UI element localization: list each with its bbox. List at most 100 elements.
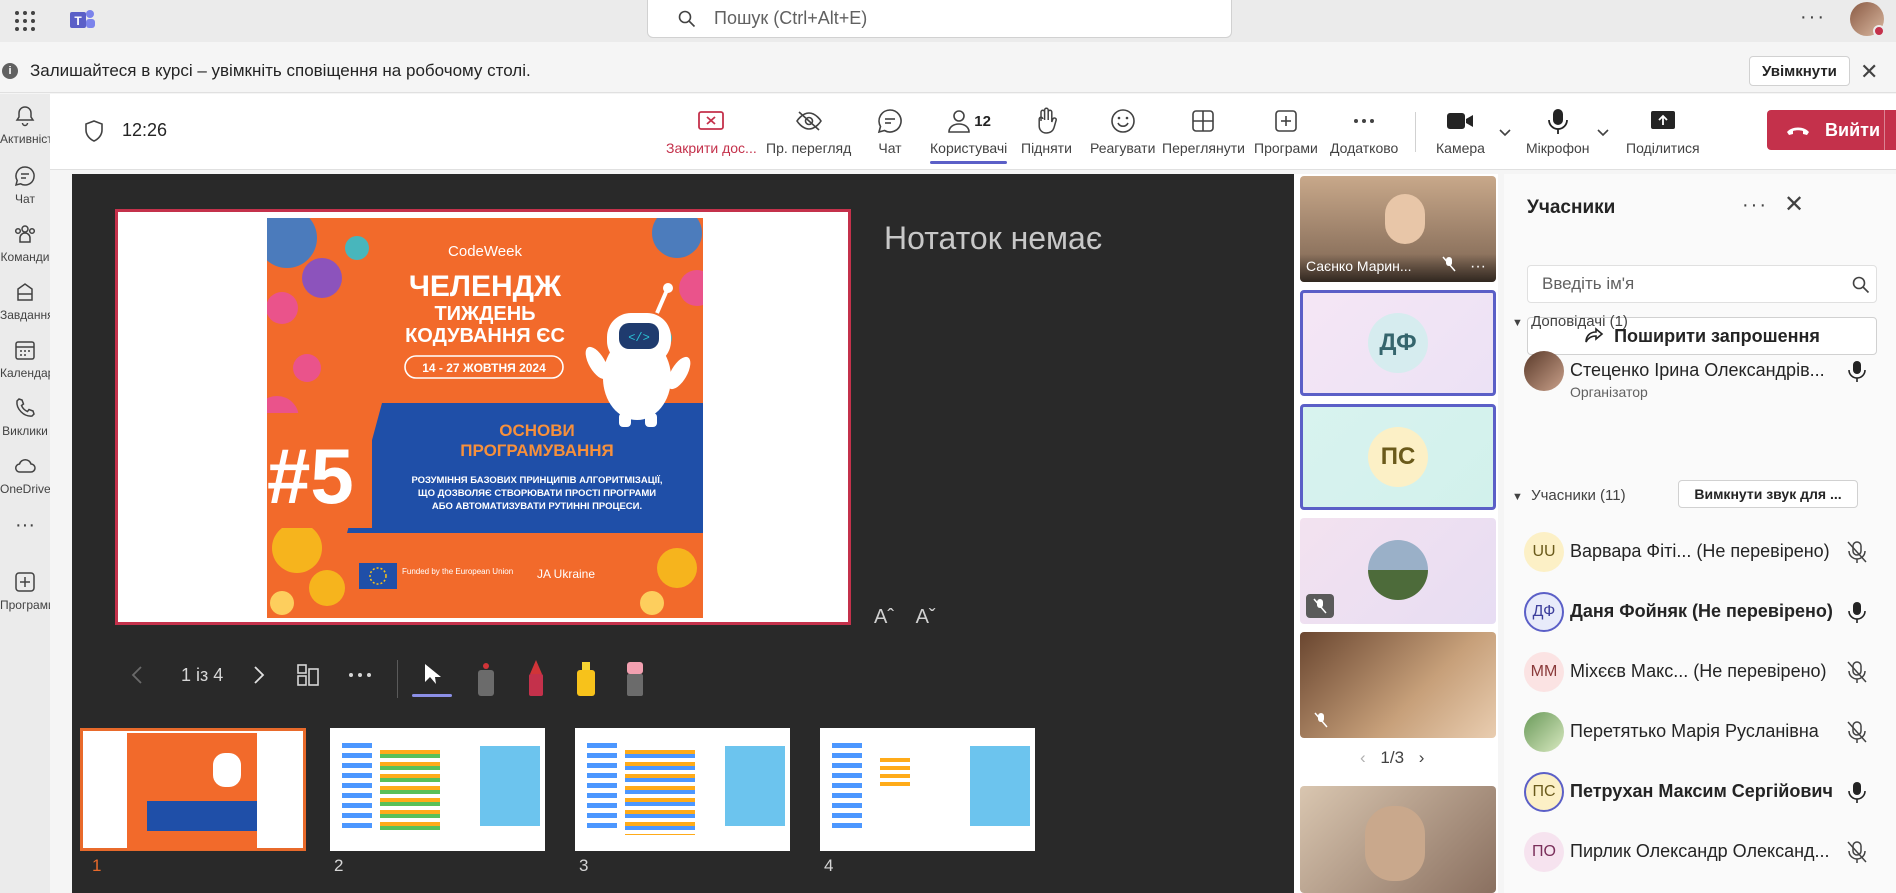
apps-button[interactable]: Програми <box>1254 106 1318 156</box>
rail-label: Завдання <box>0 308 50 322</box>
rail-item-apps[interactable]: Програми <box>0 570 50 612</box>
video-gallery: Саєнко Марин... ··· ДФ ПС ‹ 1/3 › <box>1294 174 1498 893</box>
react-button[interactable]: Реагувати <box>1090 106 1155 156</box>
tools-divider <box>397 660 398 698</box>
raise-hand-button[interactable]: Підняти <box>1021 106 1072 156</box>
current-slide[interactable]: CodeWeek ЧЕЛЕНДЖ ТИЖДЕНЬ КОДУВАННЯ ЄС 14… <box>115 209 851 625</box>
share-invite-label: Поширити запрошення <box>1614 325 1820 346</box>
participant-role: Організатор <box>1570 384 1648 400</box>
rail-item-calls[interactable]: Виклики <box>0 396 50 438</box>
microphone-button[interactable]: Мікрофон <box>1526 106 1590 156</box>
slide-thumbnail-3[interactable] <box>575 728 790 851</box>
gallery-page: 1/3 <box>1380 748 1405 767</box>
participant-row[interactable]: ПО Пирлик Олександр Олександ... <box>1524 827 1894 877</box>
chevron-down-icon: ▼ <box>1512 317 1523 329</box>
video-tile[interactable] <box>1300 518 1496 624</box>
bell-icon <box>15 106 35 127</box>
share-label: Поділитися <box>1626 140 1700 156</box>
video-tile[interactable] <box>1300 786 1496 893</box>
stop-sharing-button[interactable]: Закрити дос... <box>666 106 757 156</box>
close-icon[interactable]: ✕ <box>1784 190 1804 219</box>
rail-item-teams[interactable]: Команди <box>0 222 50 264</box>
participant-row[interactable]: Стеценко Ірина Олександрів... Організато… <box>1524 346 1894 400</box>
more-options-icon[interactable] <box>348 672 372 678</box>
slide-number: #5 <box>267 432 354 520</box>
chevron-down-icon: ▼ <box>1512 491 1523 503</box>
view-button[interactable]: Переглянути <box>1162 106 1245 156</box>
presenters-section-label: Доповідачі (1) <box>1531 313 1628 330</box>
slide-thumbnail-4[interactable] <box>820 728 1035 851</box>
hang-up-icon <box>1787 127 1809 135</box>
meeting-toolbar: 12:26 Закрити дос... Пр. перегляд Чат 12… <box>50 94 1896 170</box>
share-button[interactable]: Поділитися <box>1626 106 1700 156</box>
tile-more-icon[interactable]: ··· <box>1470 258 1486 276</box>
thumbnail-number: 4 <box>824 856 834 875</box>
pointer-tool-icon[interactable] <box>422 662 442 686</box>
next-slide-icon[interactable] <box>252 665 266 685</box>
rail-item-assignments[interactable]: Завдання <box>0 280 50 322</box>
slide-topic-1: ОСНОВИ <box>499 421 575 440</box>
highlighter-icon[interactable] <box>574 660 598 698</box>
slide-desc-2: ЩО ДОЗВОЛЯЄ СТВОРЮВАТИ ПРОСТІ ПРОГРАМИ <box>418 488 656 499</box>
participant-row[interactable]: ММ Міхєєв Макс... (Не перевірено) <box>1524 647 1894 697</box>
leave-button[interactable]: Вийти <box>1767 110 1896 150</box>
rail-item-chat[interactable]: Чат <box>0 164 50 206</box>
more-actions-button[interactable]: Додатково <box>1330 106 1398 156</box>
slide-brand: CodeWeek <box>448 243 522 260</box>
video-tile[interactable]: ДФ <box>1300 290 1496 396</box>
react-label: Реагувати <box>1090 140 1156 156</box>
people-button[interactable]: 12 Користувачі <box>930 106 1008 164</box>
layout-grid-icon <box>1192 110 1215 132</box>
title-bar: T Пошук (Ctrl+Alt+E) ··· <box>0 0 1896 42</box>
video-tile[interactable]: ПС <box>1300 404 1496 510</box>
settings-more-button[interactable]: ··· <box>1800 6 1826 29</box>
participant-search-input[interactable]: Введіть ім'я <box>1527 265 1877 303</box>
participants-panel: Учасники ··· ✕ Введіть ім'я Поширити зап… <box>1504 174 1896 893</box>
gallery-pager: ‹ 1/3 › <box>1360 748 1424 768</box>
video-tile[interactable]: Саєнко Марин... ··· <box>1300 176 1496 282</box>
participant-row[interactable]: ПС Петрухан Максим Сергійович <box>1524 767 1894 817</box>
rail-item-more[interactable]: ··· <box>0 514 50 537</box>
red-pen-icon[interactable] <box>525 660 547 698</box>
slide-desc-1: РОЗУМІННЯ БАЗОВИХ ПРИНЦИПІВ АЛГОРИТМІЗАЦ… <box>411 475 662 486</box>
eraser-icon[interactable] <box>624 660 646 698</box>
rail-item-activity[interactable]: Активність <box>0 104 50 146</box>
preview-button[interactable]: Пр. перегляд <box>766 106 851 156</box>
user-avatar[interactable] <box>1850 2 1885 37</box>
rail-item-onedrive[interactable]: OneDrive <box>0 454 50 496</box>
slide-thumbnail-2[interactable] <box>330 728 545 851</box>
rail-label: Чат <box>15 192 35 206</box>
panel-more-button[interactable]: ··· <box>1742 194 1768 217</box>
enable-notifications-button[interactable]: Увімкнути <box>1749 56 1850 86</box>
raise-hand-label: Підняти <box>1021 140 1072 156</box>
rail-label: Виклики <box>2 424 48 438</box>
laser-pointer-icon[interactable] <box>475 660 497 698</box>
participant-row[interactable]: ДФ Даня Фойняк (Не перевірено) <box>1524 587 1894 637</box>
calendar-icon <box>15 341 35 360</box>
close-icon[interactable]: ✕ <box>1860 59 1878 85</box>
leave-divider <box>1884 110 1885 150</box>
gallery-next-icon[interactable]: › <box>1419 748 1425 767</box>
assignments-icon <box>17 283 33 301</box>
participant-row[interactable]: UU Варвара Фіті... (Не перевірено) <box>1524 527 1894 577</box>
camera-button[interactable]: Камера <box>1436 106 1485 156</box>
font-increase-button[interactable]: Aˆ <box>874 606 894 628</box>
font-decrease-button[interactable]: Aˇ <box>916 606 936 628</box>
mic-options-chevron-icon[interactable] <box>1596 128 1610 138</box>
app-launcher-icon[interactable] <box>12 8 38 34</box>
slide-thumbnail-1[interactable] <box>80 728 306 851</box>
participant-row[interactable]: Перетятько Марія Русланівна <box>1524 707 1894 757</box>
previous-slide-icon[interactable] <box>130 665 144 685</box>
presenters-section-header[interactable]: ▼ Доповідачі (1) <box>1512 313 1628 330</box>
video-tile[interactable] <box>1300 632 1496 738</box>
attendees-section-header[interactable]: ▼ Учасники (11) <box>1512 487 1626 504</box>
chat-button[interactable]: Чат <box>876 106 904 156</box>
search-box[interactable]: Пошук (Ctrl+Alt+E) <box>647 0 1232 38</box>
slide-grid-icon[interactable] <box>296 663 320 687</box>
rail-item-calendar[interactable]: Календар <box>0 338 50 380</box>
font-size-controls: Aˆ Aˇ <box>874 606 936 629</box>
thumbnail-number: 1 <box>92 856 102 875</box>
gallery-prev-icon[interactable]: ‹ <box>1360 748 1366 767</box>
mute-all-button[interactable]: Вимкнути звук для ... <box>1678 480 1858 508</box>
camera-options-chevron-icon[interactable] <box>1498 128 1512 138</box>
